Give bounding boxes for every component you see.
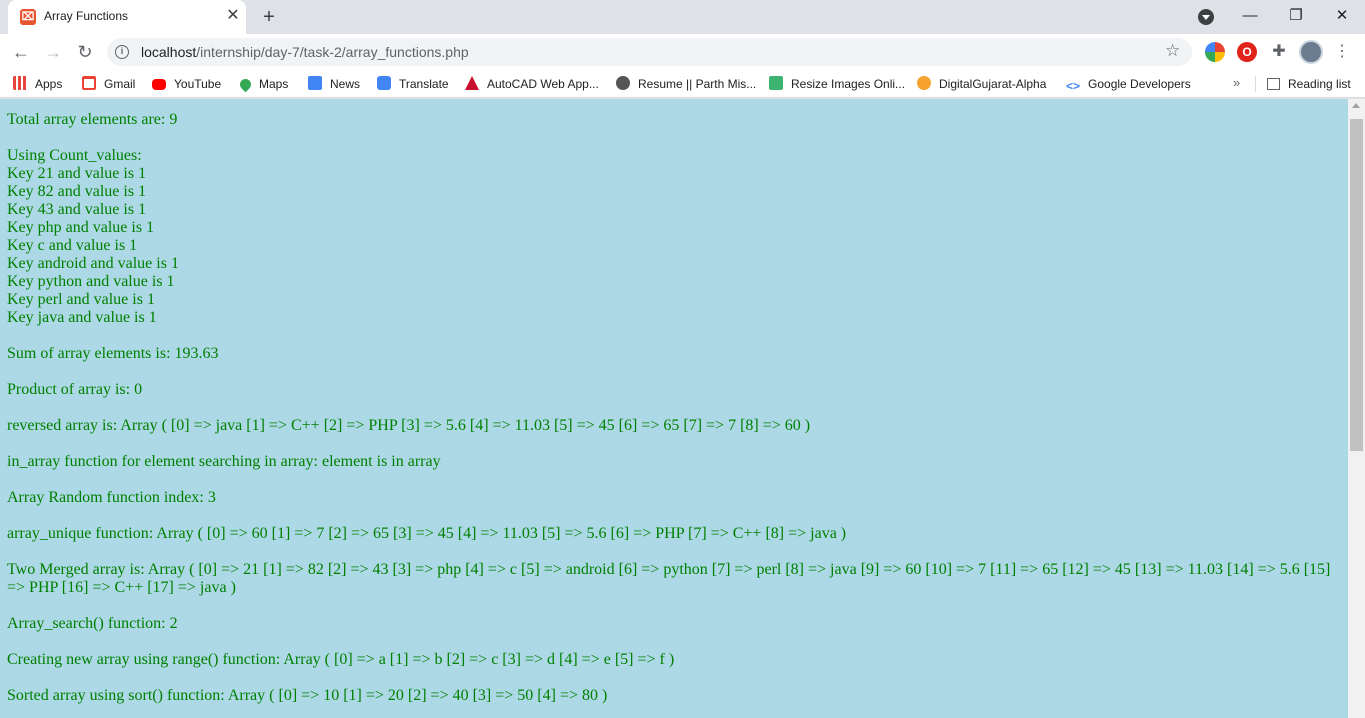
bookmark-label: Translate — [399, 77, 449, 91]
url-host: localhost — [141, 44, 197, 60]
xampp-icon: ⌧ — [20, 9, 36, 25]
autocad-icon — [465, 76, 479, 90]
resume-icon — [616, 76, 630, 90]
bookmark-label: Resize Images Onli... — [791, 77, 906, 91]
bookmark-resize-images[interactable]: Resize Images Onli... — [769, 75, 905, 93]
bookmark-label: Apps — [35, 77, 63, 91]
in-array-line: in_array function for element searching … — [7, 453, 441, 470]
count-values-line: Key 21 and value is 1 — [7, 165, 147, 182]
reading-list-icon — [1267, 78, 1280, 90]
reading-list-label: Reading list — [1288, 77, 1351, 91]
address-bar[interactable]: i localhost/internship/day-7/task-2/arra… — [107, 38, 1192, 66]
sorted-array-line: Sorted array using sort() function: Arra… — [7, 687, 608, 704]
bookmark-star-icon[interactable]: ☆ — [1165, 41, 1180, 61]
bookmark-digitalgujarat[interactable]: DigitalGujarat-Alpha — [917, 75, 1046, 93]
news-icon — [308, 76, 322, 90]
tab-search-icon[interactable] — [1198, 9, 1214, 25]
count-values-line: Key python and value is 1 — [7, 273, 175, 290]
tab-title: Array Functions — [44, 9, 129, 23]
count-values-line: Key java and value is 1 — [7, 309, 157, 326]
youtube-icon — [152, 79, 166, 90]
count-values-line: Key 43 and value is 1 — [7, 201, 147, 218]
back-icon[interactable]: ← — [8, 39, 34, 65]
resize-icon — [769, 76, 783, 90]
total-elements-line: Total array elements are: 9 — [7, 111, 178, 128]
output-text: Total array elements are: 9 Using Count_… — [7, 111, 1342, 718]
bookmark-autocad[interactable]: AutoCAD Web App... — [465, 75, 599, 93]
red-extension-icon[interactable]: O — [1237, 42, 1257, 62]
bookmarks-divider — [1255, 76, 1256, 92]
bookmark-label: AutoCAD Web App... — [487, 77, 599, 91]
url-text[interactable]: localhost/internship/day-7/task-2/array_… — [141, 44, 469, 60]
product-line: Product of array is: 0 — [7, 381, 143, 398]
extensions-puzzle-icon[interactable]: ✚ — [1269, 42, 1289, 62]
profile-avatar[interactable] — [1299, 40, 1323, 64]
restore-icon[interactable]: ❐ — [1284, 5, 1308, 27]
reversed-array-line: reversed array is: Array ( [0] => java [… — [7, 417, 811, 434]
bookmark-label: Resume || Parth Mis... — [638, 77, 757, 91]
bookmarks-bar: Apps Gmail YouTube Maps News Translate A… — [0, 70, 1365, 98]
bookmark-label: DigitalGujarat-Alpha — [939, 77, 1047, 91]
unique-array-line: array_unique function: Array ( [0] => 60… — [7, 525, 847, 542]
minimize-icon[interactable]: — — [1238, 5, 1262, 27]
bookmark-label: News — [330, 77, 361, 91]
bookmark-translate[interactable]: Translate — [377, 75, 449, 93]
bookmark-label: Maps — [259, 77, 289, 91]
close-window-icon[interactable]: ✕ — [1330, 5, 1354, 27]
reading-list-button[interactable]: Reading list — [1267, 75, 1351, 93]
count-values-line: Key php and value is 1 — [7, 219, 155, 236]
menu-dots-icon[interactable]: ⋮ — [1334, 42, 1350, 62]
bookmark-resume[interactable]: Resume || Parth Mis... — [616, 75, 756, 93]
merged-array-line: Two Merged array is: Array ( [0] => 21 [… — [7, 561, 1335, 596]
bookmark-label: YouTube — [174, 77, 222, 91]
bookmark-apps[interactable]: Apps — [13, 75, 62, 93]
range-array-line: Creating new array using range() functio… — [7, 651, 675, 668]
bookmark-google-developers[interactable]: <> Google Developers — [1066, 75, 1191, 93]
reload-icon[interactable]: ↻ — [72, 39, 98, 65]
count-values-line: Key android and value is 1 — [7, 255, 179, 272]
random-index-line: Array Random function index: 3 — [7, 489, 216, 506]
digitalgujarat-icon — [917, 76, 931, 90]
browser-toolbar: ← → ↻ i localhost/internship/day-7/task-… — [0, 34, 1365, 70]
translate-icon — [377, 76, 391, 90]
url-path: /internship/day-7/task-2/array_functions… — [196, 44, 469, 60]
scroll-up-arrow-icon[interactable] — [1352, 103, 1360, 108]
count-values-line: Key 82 and value is 1 — [7, 183, 147, 200]
tab-close-icon[interactable]: ✕ — [224, 7, 242, 25]
bookmarks-overflow-button[interactable]: » — [1233, 75, 1240, 90]
count-values-line: Key perl and value is 1 — [7, 291, 155, 308]
bookmark-news[interactable]: News — [308, 75, 360, 93]
color-extension-icon[interactable] — [1205, 42, 1225, 62]
forward-icon[interactable]: → — [40, 39, 66, 65]
bookmark-label: Google Developers — [1088, 77, 1191, 91]
count-values-line: Key c and value is 1 — [7, 237, 138, 254]
maps-icon — [237, 76, 254, 93]
gmail-icon — [82, 76, 96, 90]
apps-grid-icon — [13, 76, 27, 90]
count-values-heading: Using Count_values: — [7, 147, 142, 164]
new-tab-button[interactable]: + — [258, 6, 280, 28]
tab-strip: ⌧ Array Functions ✕ + — ❐ ✕ — [0, 0, 1365, 34]
google-developers-icon: <> — [1066, 79, 1081, 93]
bookmark-maps[interactable]: Maps — [237, 75, 289, 93]
bookmark-label: Gmail — [104, 77, 136, 91]
bookmark-gmail[interactable]: Gmail — [82, 75, 135, 93]
sum-line: Sum of array elements is: 193.63 — [7, 345, 219, 362]
page-content: Total array elements are: 9 Using Count_… — [0, 99, 1348, 718]
array-search-line: Array_search() function: 2 — [7, 615, 178, 632]
count-values-block: Using Count_values: Key 21 and value is 1… — [7, 147, 1342, 327]
tab-array-functions[interactable]: ⌧ Array Functions ✕ — [8, 0, 246, 34]
scrollbar-thumb[interactable] — [1350, 119, 1363, 451]
site-info-icon[interactable]: i — [115, 45, 129, 59]
bookmark-youtube[interactable]: YouTube — [152, 75, 221, 93]
page-scrollbar[interactable] — [1348, 99, 1365, 718]
